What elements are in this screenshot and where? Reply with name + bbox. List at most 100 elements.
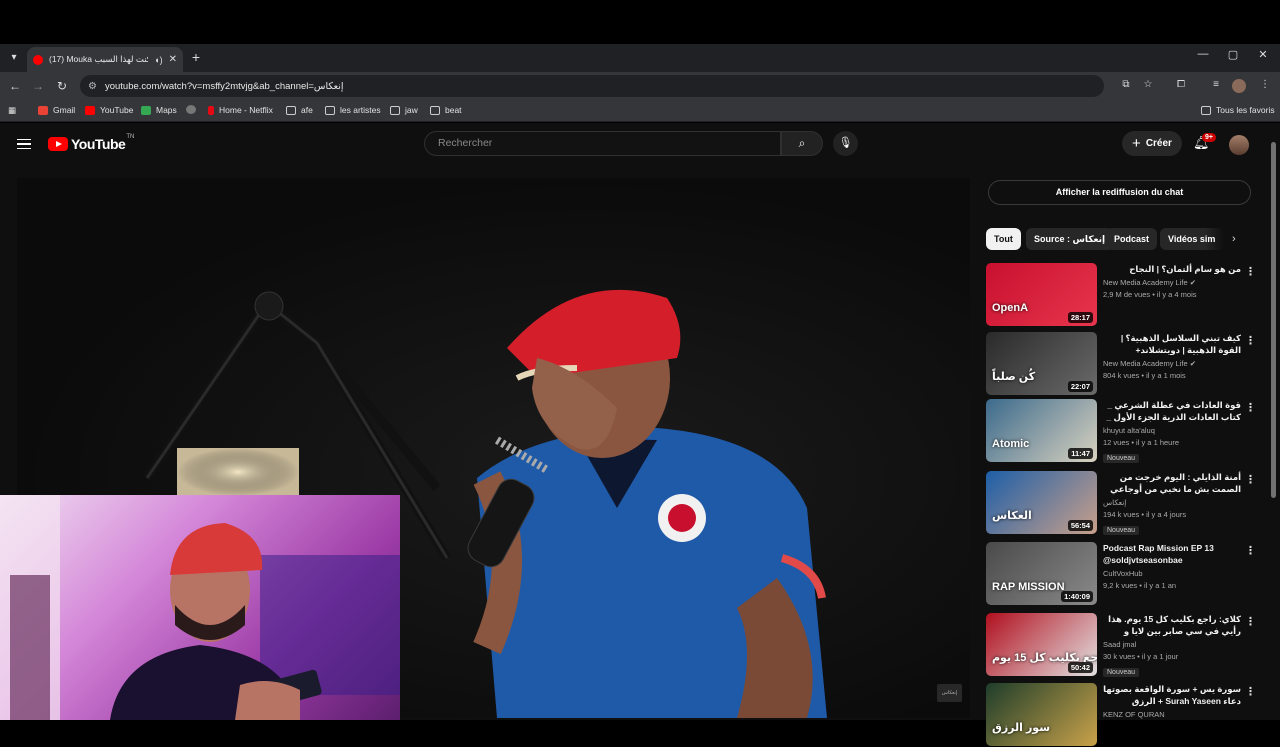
bookmark-gmail[interactable]: Gmail (38, 105, 75, 115)
youtube-logo[interactable]: YouTube TN (48, 134, 134, 152)
channel-name[interactable]: CultVoxHub (1103, 569, 1241, 578)
video-title[interactable]: كيف تبني السلاسل الذهبية؟ | القوة الذهبي… (1103, 332, 1241, 356)
netflix-icon (208, 105, 214, 115)
more-actions-icon[interactable]: ⋮ (1245, 615, 1256, 628)
video-meta: 2,9 M de vues • il y a 4 mois (1103, 290, 1197, 299)
video-title[interactable]: سورة يس + سورة الواقعة بصوتها دعاء Surah… (1103, 683, 1241, 707)
window-close-button[interactable]: ✕ (1248, 48, 1278, 61)
recommended-video[interactable]: سور الرزق سورة يس + سورة الواقعة بصوتها د… (986, 683, 1256, 747)
chips-next-chevron-icon[interactable]: › (1232, 233, 1236, 245)
more-actions-icon[interactable]: ⋮ (1245, 401, 1256, 414)
bookmark-netflix[interactable]: Home - Netflix (208, 105, 273, 115)
folder-icon (390, 105, 400, 115)
show-chat-replay-button[interactable]: Afficher la rediffusion du chat (988, 180, 1251, 205)
bookmark-folder-afe[interactable]: afe (286, 105, 313, 115)
forward-arrow-icon[interactable]: → (29, 78, 47, 94)
chip-similar-videos[interactable]: Vidéos sim (1160, 228, 1224, 250)
account-avatar[interactable] (1229, 135, 1249, 155)
video-title[interactable]: Podcast Rap Mission EP 13 @soldjvtseason… (1103, 542, 1241, 566)
more-actions-icon[interactable]: ⋮ (1245, 265, 1256, 278)
more-actions-icon[interactable]: ⋮ (1245, 334, 1256, 347)
bookmark-folder-beat[interactable]: beat (430, 105, 462, 115)
profile-avatar-icon[interactable] (1232, 79, 1246, 93)
bookmark-maps[interactable]: Maps (141, 105, 177, 115)
plus-icon: + (1132, 135, 1141, 152)
video-thumbnail[interactable]: OpenA 28:17 (986, 263, 1097, 326)
voice-search-button[interactable]: 🎙 (833, 131, 858, 156)
channel-name[interactable]: KENZ OF QURAN (1103, 710, 1241, 719)
new-tab-button[interactable]: + (187, 48, 205, 66)
search-input[interactable]: Rechercher (424, 131, 781, 156)
channel-name[interactable]: Saad jmal (1103, 640, 1241, 649)
chip-podcast[interactable]: Podcast (1106, 228, 1158, 250)
video-info[interactable]: أمنة الذايلي : اليوم خرجت من الصمت بش ما… (1103, 471, 1241, 537)
address-bar[interactable]: ⚙ youtube.com/watch?v=msffy2mtvjg&ab_cha… (80, 75, 1104, 97)
more-actions-icon[interactable]: ⋮ (1245, 685, 1256, 698)
recommended-video[interactable]: راجع بكليب كل 15 يوم!50:42كلاي: راجع بكل… (986, 613, 1256, 677)
video-title[interactable]: من هو سام ألتمان؟ | النجاح (1103, 263, 1241, 275)
recommended-video[interactable]: العكاس 56:54 أمنة الذايلي : اليوم خرجت من … (986, 471, 1256, 535)
video-thumbnail[interactable]: كُن صلباً 22:07 (986, 332, 1097, 395)
all-bookmarks-folder[interactable]: Tous les favoris (1201, 105, 1275, 115)
video-thumbnail[interactable]: راجع بكليب كل 15 يوم!50:42 (986, 613, 1097, 676)
window-maximize-button[interactable]: ▢ (1218, 48, 1248, 61)
browser-tab-active[interactable]: (17) Mouka كنت لهذا السبب ◖) ✕ (27, 47, 183, 72)
video-thumbnail[interactable]: RAP MISSION 1:40:09 (986, 542, 1097, 605)
channel-name[interactable]: New Media Academy Life ✔ (1103, 359, 1241, 368)
bookmark-folder-jaw[interactable]: jaw (390, 105, 418, 115)
recommended-video[interactable]: كُن صلباً 22:07 كيف تبني السلاسل الذهبية؟ … (986, 332, 1256, 396)
video-thumbnail[interactable]: سور الرزق (986, 683, 1097, 746)
install-app-icon[interactable]: ⧉ (1118, 79, 1134, 90)
channel-name[interactable]: New Media Academy Life ✔ (1103, 278, 1241, 287)
video-info[interactable]: سورة يس + سورة الواقعة بصوتها دعاء Surah… (1103, 683, 1241, 719)
site-info-icon[interactable]: ⚙ (88, 81, 97, 92)
youtube-icon (85, 105, 95, 115)
window-minimize-button[interactable]: — (1188, 48, 1218, 60)
menu-hamburger-icon[interactable] (17, 139, 31, 149)
bookmark-unnamed[interactable] (186, 105, 201, 114)
tab-close-icon[interactable]: ✕ (169, 54, 177, 65)
bookmarks-bar: ▦ Gmail YouTube Maps Home - Netflix afe … (0, 100, 1280, 122)
bookmark-youtube[interactable]: YouTube (85, 105, 133, 115)
tab-search-dropdown-icon[interactable]: ▾ (4, 48, 24, 68)
audio-playing-icon[interactable]: ◖) (154, 55, 162, 65)
chip-source[interactable]: Source : إنعكاس (1026, 228, 1114, 250)
bookmark-folder-les-artistes[interactable]: les artistes (325, 105, 381, 115)
chip-all[interactable]: Tout (986, 228, 1021, 250)
more-actions-icon[interactable]: ⋮ (1245, 544, 1256, 557)
video-title[interactable]: كلاي: راجع بكليب كل 15 يوم. هذا رأيي في … (1103, 613, 1241, 637)
video-title[interactable]: أمنة الذايلي : اليوم خرجت من الصمت بش ما… (1103, 471, 1241, 495)
bookmark-star-icon[interactable]: ☆ (1140, 79, 1156, 90)
video-title[interactable]: قوة العادات في عطلة الشرعي _ كتاب العادا… (1103, 399, 1241, 423)
media-control-icon[interactable]: ≡ (1208, 79, 1224, 90)
channel-name[interactable]: إنعكاس (1103, 498, 1241, 507)
video-duration: 22:07 (1067, 381, 1093, 392)
recommended-video[interactable]: RAP MISSION 1:40:09 Podcast Rap Mission EP… (986, 542, 1256, 606)
video-info[interactable]: كيف تبني السلاسل الذهبية؟ | القوة الذهبي… (1103, 332, 1241, 380)
scrollbar-thumb[interactable] (1271, 142, 1276, 498)
video-info[interactable]: من هو سام ألتمان؟ | النجاح New Media Acad… (1103, 263, 1241, 299)
recommended-video[interactable]: OpenA 28:17 من هو سام ألتمان؟ | النجاح New … (986, 263, 1256, 327)
search-button[interactable]: ⌕ (781, 131, 823, 156)
back-arrow-icon[interactable]: ← (6, 78, 24, 94)
channel-name[interactable]: khuyut alta'aluq (1103, 426, 1241, 435)
recommended-video[interactable]: Atomic 11:47 قوة العادات في عطلة الشرعي _ … (986, 399, 1256, 463)
create-button[interactable]: + Créer (1122, 131, 1182, 156)
video-thumbnail[interactable]: العكاس 56:54 (986, 471, 1097, 534)
reload-icon[interactable]: ↻ (53, 78, 71, 94)
video-info[interactable]: قوة العادات في عطلة الشرعي _ كتاب العادا… (1103, 399, 1241, 465)
new-badge: Nouveau (1103, 668, 1140, 677)
extensions-icon[interactable]: ⧠ (1173, 79, 1189, 90)
video-meta: 30 k vues • il y a 1 jour (1103, 652, 1179, 661)
video-thumbnail[interactable]: Atomic 11:47 (986, 399, 1097, 462)
more-actions-icon[interactable]: ⋮ (1245, 473, 1256, 486)
video-info[interactable]: Podcast Rap Mission EP 13 @soldjvtseason… (1103, 542, 1241, 590)
apps-grid-icon[interactable]: ▦ (8, 105, 16, 116)
webcam-overlay (0, 495, 400, 720)
video-duration: 28:17 (1067, 312, 1093, 323)
url-text[interactable]: youtube.com/watch?v=msffy2mtvjg&ab_chann… (105, 81, 344, 92)
browser-menu-icon[interactable]: ⋮ (1257, 79, 1273, 90)
channel-watermark[interactable]: إنعكاس (937, 684, 962, 702)
video-info[interactable]: كلاي: راجع بكليب كل 15 يوم. هذا رأيي في … (1103, 613, 1241, 679)
page-scrollbar[interactable] (1270, 128, 1276, 720)
